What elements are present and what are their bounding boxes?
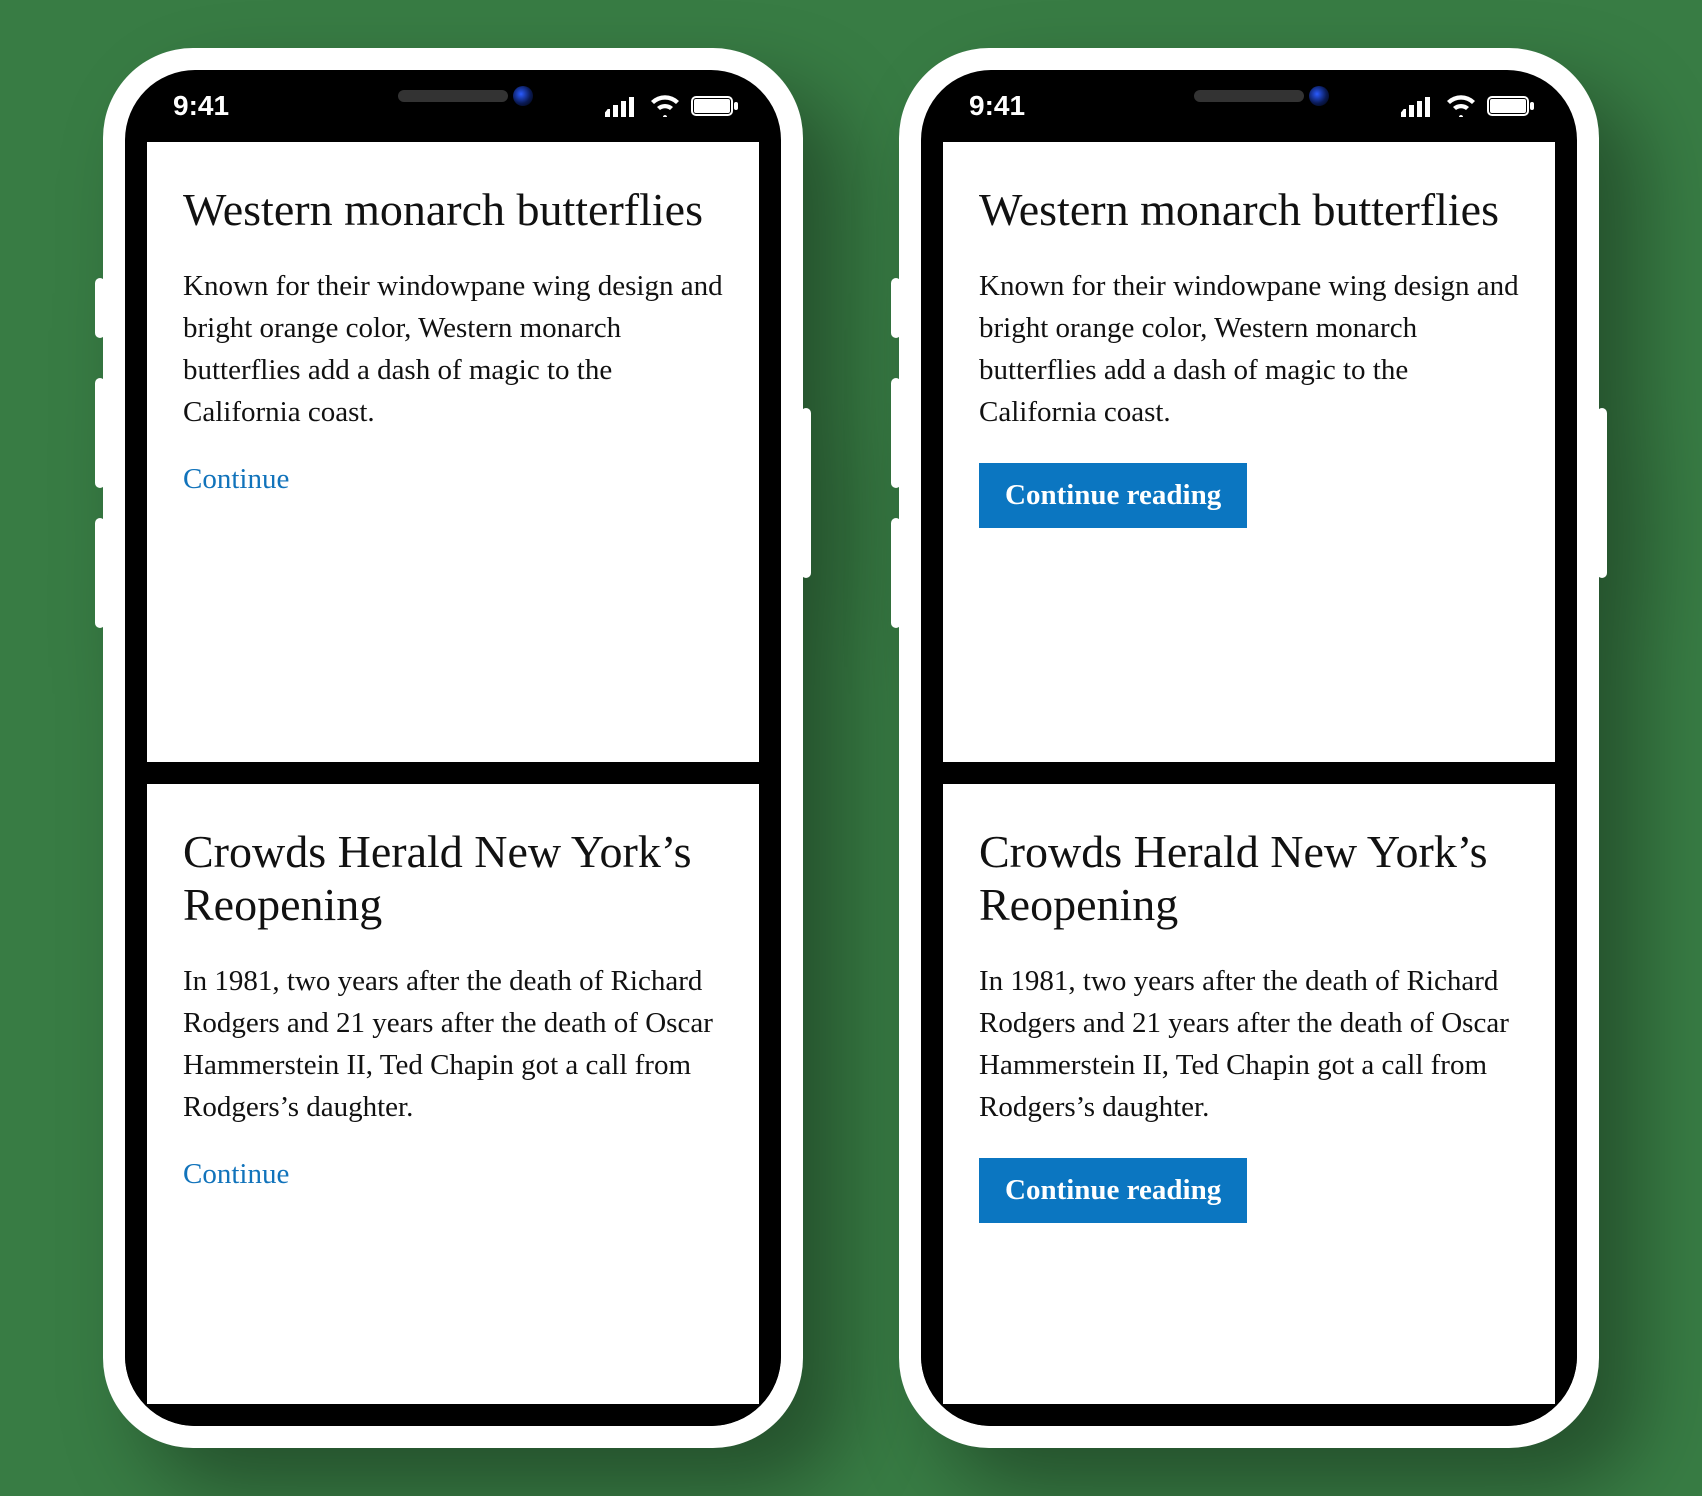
article-card: Western monarch butterflies Known for th…	[147, 142, 759, 762]
notch	[293, 70, 613, 122]
phone-screen: 9:41 Western monarch butterflies Known f…	[125, 70, 781, 1426]
phone-mockup-right: 9:41 Western monarch butterflies Known f…	[899, 48, 1599, 1448]
continue-link[interactable]: Continue	[183, 463, 289, 496]
power-button	[1597, 408, 1607, 578]
status-right	[1401, 95, 1535, 117]
status-time: 9:41	[173, 90, 229, 122]
speaker-grille	[398, 90, 508, 102]
power-button	[801, 408, 811, 578]
battery-icon	[1487, 95, 1535, 117]
article-body: Known for their windowpane wing design a…	[183, 265, 723, 433]
speaker-grille	[1194, 90, 1304, 102]
notch	[1089, 70, 1409, 122]
article-card: Crowds Herald New York’s Reopening In 19…	[147, 784, 759, 1404]
silence-switch	[891, 278, 901, 338]
battery-icon	[691, 95, 739, 117]
status-time: 9:41	[969, 90, 1025, 122]
volume-up-button	[95, 378, 105, 488]
volume-down-button	[95, 518, 105, 628]
continue-reading-button[interactable]: Continue reading	[979, 463, 1247, 528]
article-card: Crowds Herald New York’s Reopening In 19…	[943, 784, 1555, 1404]
article-body: In 1981, two years after the death of Ri…	[183, 960, 723, 1128]
content-area: Western monarch butterflies Known for th…	[125, 142, 781, 1426]
phone-screen: 9:41 Western monarch butterflies Known f…	[921, 70, 1577, 1426]
volume-up-button	[891, 378, 901, 488]
article-title: Crowds Herald New York’s Reopening	[183, 826, 723, 932]
content-area: Western monarch butterflies Known for th…	[921, 142, 1577, 1426]
front-camera	[1309, 86, 1329, 106]
article-title: Crowds Herald New York’s Reopening	[979, 826, 1519, 932]
phone-mockup-left: 9:41 Western monarch butterflies Known f…	[103, 48, 803, 1448]
article-title: Western monarch butterflies	[979, 184, 1519, 237]
front-camera	[513, 86, 533, 106]
status-right	[605, 95, 739, 117]
article-body: Known for their windowpane wing design a…	[979, 265, 1519, 433]
article-body: In 1981, two years after the death of Ri…	[979, 960, 1519, 1128]
continue-link[interactable]: Continue	[183, 1158, 289, 1191]
continue-reading-button[interactable]: Continue reading	[979, 1158, 1247, 1223]
volume-down-button	[891, 518, 901, 628]
article-card: Western monarch butterflies Known for th…	[943, 142, 1555, 762]
wifi-icon	[649, 95, 681, 117]
article-title: Western monarch butterflies	[183, 184, 723, 237]
wifi-icon	[1445, 95, 1477, 117]
silence-switch	[95, 278, 105, 338]
